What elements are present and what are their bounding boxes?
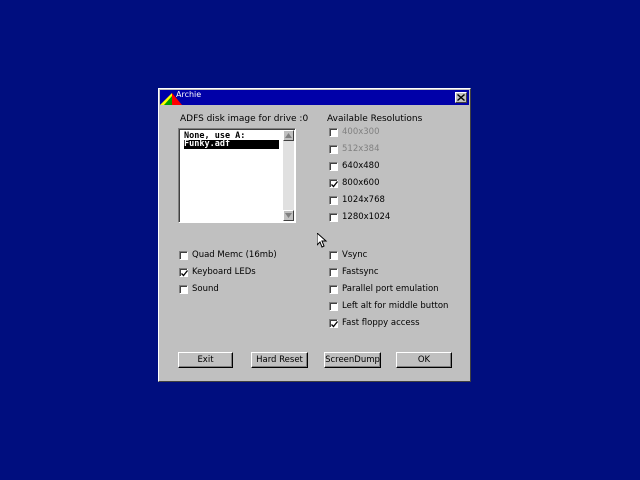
resolutions-label: Available Resolutions bbox=[327, 114, 423, 124]
checkbox-label: Left alt for middle button bbox=[342, 301, 449, 311]
checkbox-label: 1280x1024 bbox=[342, 212, 391, 222]
disk-list-scrollbar[interactable] bbox=[283, 130, 294, 221]
arrow-down-icon bbox=[285, 213, 292, 218]
checkbox-label: Vsync bbox=[342, 250, 368, 260]
checkbox[interactable] bbox=[329, 145, 338, 154]
checkbox-label: 400x300 bbox=[342, 127, 380, 137]
checkmark-icon bbox=[181, 270, 189, 277]
checkbox-checked[interactable] bbox=[329, 179, 339, 188]
checkbox[interactable] bbox=[329, 196, 338, 205]
checkbox[interactable] bbox=[179, 251, 188, 260]
checkbox-label: Parallel port emulation bbox=[342, 284, 439, 294]
close-button[interactable] bbox=[455, 92, 467, 103]
checkbox-label: 800x600 bbox=[342, 178, 380, 188]
checkbox[interactable] bbox=[329, 285, 338, 294]
checkbox[interactable] bbox=[329, 302, 338, 311]
checkbox-label: 640x480 bbox=[342, 161, 380, 171]
checkbox[interactable] bbox=[329, 213, 338, 222]
checkmark-icon bbox=[331, 321, 339, 328]
hard-reset-button[interactable]: Hard Reset bbox=[251, 352, 308, 368]
screendump-button[interactable]: ScreenDump bbox=[324, 352, 381, 368]
checkbox[interactable] bbox=[329, 251, 338, 260]
checkbox-label: Sound bbox=[192, 284, 219, 294]
checkbox[interactable] bbox=[329, 268, 338, 277]
checkbox-label: 512x384 bbox=[342, 144, 380, 154]
checkbox-label: Fast floppy access bbox=[342, 318, 420, 328]
disk-image-label: ADFS disk image for drive :0 bbox=[180, 114, 309, 124]
ok-button[interactable]: OK bbox=[396, 352, 452, 368]
checkbox-label: Keyboard LEDs bbox=[192, 267, 256, 277]
close-icon bbox=[457, 94, 465, 101]
checkmark-icon bbox=[331, 181, 339, 188]
scroll-down-button[interactable] bbox=[283, 210, 294, 221]
checkbox-label: Quad Memc (16mb) bbox=[192, 250, 277, 260]
exit-button[interactable]: Exit bbox=[178, 352, 233, 368]
arrow-up-icon bbox=[285, 133, 292, 138]
checkbox-checked[interactable] bbox=[329, 319, 339, 328]
scroll-up-button[interactable] bbox=[283, 130, 294, 141]
checkbox-label: 1024x768 bbox=[342, 195, 385, 205]
checkbox[interactable] bbox=[329, 162, 338, 171]
mouse-cursor-icon bbox=[317, 233, 328, 248]
disk-image-listbox[interactable]: None, use A: Funky.adf bbox=[178, 128, 296, 223]
checkbox[interactable] bbox=[329, 128, 338, 137]
window-title: Archie bbox=[176, 90, 202, 99]
title-bar[interactable]: Archie bbox=[160, 90, 469, 105]
checkbox[interactable] bbox=[179, 285, 188, 294]
disk-list-item-selected[interactable]: Funky.adf bbox=[184, 140, 279, 149]
checkbox-label: Fastsync bbox=[342, 267, 379, 277]
checkbox-checked[interactable] bbox=[179, 268, 189, 277]
archie-dialog: Archie ADFS disk image for drive :0 None… bbox=[158, 88, 471, 382]
